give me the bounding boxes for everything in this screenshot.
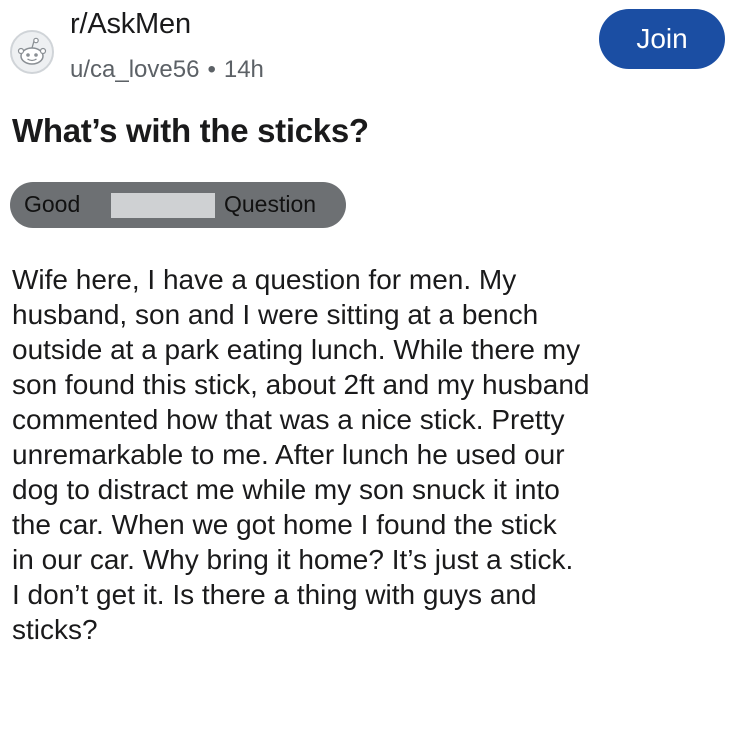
body-line: Wife here, I have a question for men. My <box>12 264 517 295</box>
flair-text-start: Good <box>24 191 81 217</box>
body-line: in our car. Why bring it home? It’s just… <box>12 544 574 575</box>
post-meta: u/ca_love56 • 14h <box>70 56 264 84</box>
body-line: dog to distract me while my son snuck it… <box>12 474 560 505</box>
meta-separator: • <box>207 56 216 83</box>
body-line: unremarkable to me. After lunch he used … <box>12 439 565 470</box>
body-line: husband, son and I were sitting at a ben… <box>12 299 539 330</box>
join-button[interactable]: Join <box>599 9 725 69</box>
body-line: the car. When we got home I found the st… <box>12 509 557 540</box>
body-line: son found this stick, about 2ft and my h… <box>12 369 590 400</box>
author-link[interactable]: u/ca_love56 <box>70 56 199 83</box>
redaction-block <box>111 193 215 218</box>
post-age: 14h <box>223 56 264 83</box>
post-body: Wife here, I have a question for men. My… <box>12 262 727 647</box>
post-title[interactable]: What’s with the sticks? <box>12 112 369 150</box>
body-line: commented how that was a nice stick. Pre… <box>12 404 565 435</box>
subreddit-name[interactable]: r/AskMen <box>70 8 191 41</box>
post-header: r/AskMen u/ca_love56 • 14h Join <box>0 0 730 100</box>
flair-text-end: Question <box>224 191 317 217</box>
post-flair[interactable]: Good Question <box>10 182 346 228</box>
body-line: sticks? <box>12 614 98 645</box>
body-line: outside at a park eating lunch. While th… <box>12 334 581 365</box>
reddit-snoo-icon[interactable] <box>10 30 54 74</box>
body-line: I don’t get it. Is there a thing with gu… <box>12 579 537 610</box>
